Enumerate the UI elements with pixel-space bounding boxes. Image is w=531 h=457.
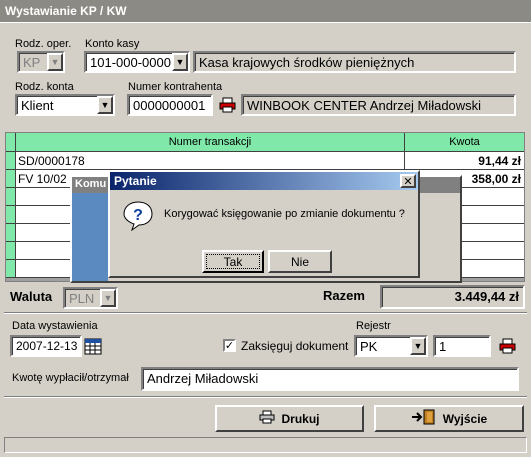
column-header-numer[interactable]: Numer transakcji [16,133,405,152]
question-glyph: ? [133,207,143,224]
kwote-label: Kwotę wypłacił/otrzymał [12,372,129,384]
nie-button[interactable]: Nie [268,250,332,273]
razem-value: 3.449,44 zł [380,285,525,309]
printer-icon[interactable] [498,337,518,355]
wyjscie-label: Wyjście [442,411,488,426]
row-indicator [6,170,16,188]
question-dialog: Pytanie ✕ ? Korygować księgowanie po zmi… [108,170,420,278]
data-wystawienia-label: Data wystawienia [12,320,98,332]
status-bar [4,437,527,453]
rejestr-number-input[interactable]: 1 [433,335,491,357]
row-indicator [6,242,16,260]
konto-kasy-dropdown-icon[interactable]: ▼ [172,53,188,71]
close-icon[interactable]: ✕ [400,174,416,188]
window-frame [0,22,531,32]
tak-button[interactable]: Tak [202,250,264,273]
waluta-dropdown-icon[interactable]: ▼ [100,289,116,307]
row-indicator [6,188,16,206]
divider [4,312,527,314]
row-indicator [6,224,16,242]
drukuj-button[interactable]: Drukuj [215,405,364,432]
rodz-oper-dropdown-icon[interactable]: ▼ [47,53,63,71]
rodz-konta-label: Rodz. konta [15,81,74,93]
calendar-icon[interactable] [84,337,102,355]
konto-kasy-label: Konto kasy [85,38,140,50]
data-wystawienia-input[interactable]: 2007-12-13 [10,335,82,357]
row-indicator [6,152,16,170]
rejestr-dropdown-icon[interactable]: ▼ [410,337,426,355]
table-row-numer[interactable]: SD/0000178 [16,152,405,170]
divider [4,396,527,398]
window-title: Wystawianie KP / KW [0,0,531,22]
zaksieguj-checkbox[interactable]: ✓ [223,339,236,352]
razem-label: Razem [323,288,365,303]
grid-corner [6,133,16,152]
konto-kasy-description: Kasa krajowych środków pieniężnych [193,51,516,73]
dialog-title: Pytanie [110,172,418,190]
printer-icon [259,410,275,427]
exit-door-icon [411,409,437,428]
numer-kontrahenta-label: Numer kontrahenta [128,81,223,93]
table-row-kwota[interactable]: 91,44 zł [405,152,524,170]
printer-icon[interactable] [218,96,238,114]
background-window-logo [72,193,108,281]
zaksieguj-label: Zaksięguj dokument [241,339,349,353]
wyjscie-button[interactable]: Wyjście [374,405,524,432]
question-icon: ? [122,200,154,232]
row-indicator [6,260,16,278]
kontrahent-name: WINBOOK CENTER Andrzej Miładowski [241,94,516,116]
waluta-label: Waluta [10,289,53,304]
kwote-input[interactable]: Andrzej Miładowski [141,367,519,391]
column-header-kwota[interactable]: Kwota [405,133,524,152]
drukuj-label: Drukuj [281,411,320,426]
dialog-message: Korygować księgowanie po zmianie dokumen… [164,208,405,220]
row-indicator [6,206,16,224]
rodz-oper-label: Rodz. oper. [15,38,72,50]
rejestr-label: Rejestr [356,320,391,332]
numer-kontrahenta-input[interactable]: 0000000001 [127,94,213,116]
rodz-konta-dropdown-icon[interactable]: ▼ [97,96,113,114]
